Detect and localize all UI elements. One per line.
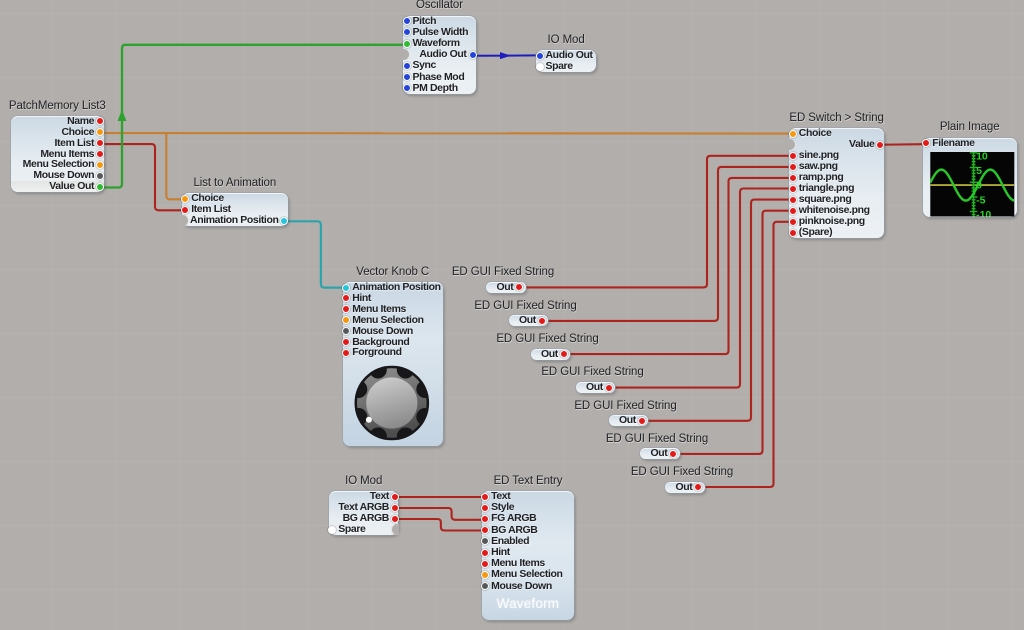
svg-text:10: 10 (976, 150, 988, 162)
svg-text:-10: -10 (976, 209, 991, 218)
svg-text:0: 0 (976, 179, 982, 191)
svg-text:-5: -5 (976, 194, 985, 206)
svg-text:5: 5 (976, 165, 982, 177)
